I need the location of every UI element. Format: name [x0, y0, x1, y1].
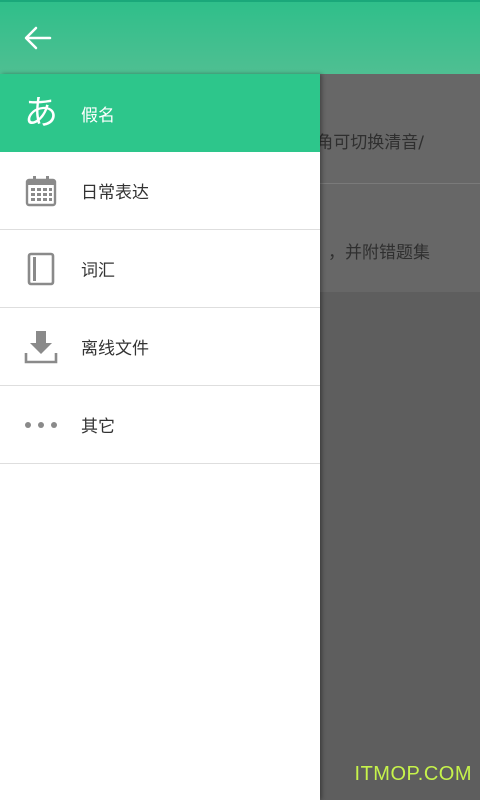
kana-icon: あ [24, 93, 58, 133]
download-icon [22, 328, 60, 366]
drawer-item-offline-files[interactable]: 离线文件 [0, 308, 320, 386]
background-text-2: ，并附错题集 [328, 243, 430, 263]
drawer-item-label: 离线文件 [81, 339, 149, 359]
navigation-drawer: あ 假名 日常表达 词汇 离线文件 其它 [0, 74, 320, 800]
top-app-bar [0, 0, 480, 74]
drawer-item-label: 词汇 [81, 261, 115, 281]
calendar-icon [22, 172, 60, 210]
drawer-item-vocabulary[interactable]: 词汇 [0, 230, 320, 308]
watermark: ITMOP.COM [354, 763, 472, 785]
drawer-item-kana[interactable]: あ 假名 [0, 74, 320, 152]
book-icon [22, 250, 60, 288]
arrow-left-icon [24, 26, 52, 50]
more-icon [22, 406, 60, 444]
drawer-item-label: 日常表达 [81, 183, 149, 203]
drawer-item-label: 其它 [81, 417, 115, 437]
drawer-item-daily-expressions[interactable]: 日常表达 [0, 152, 320, 230]
back-button[interactable] [18, 20, 58, 56]
drawer-item-other[interactable]: 其它 [0, 386, 320, 464]
background-text-1: 角可切换清音/ [316, 133, 424, 153]
drawer-item-label: 假名 [81, 105, 115, 126]
